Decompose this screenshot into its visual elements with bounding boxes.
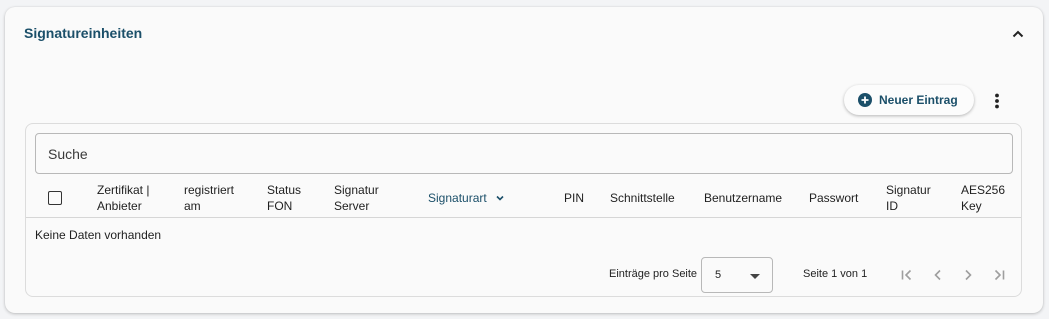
column-header-label: PIN <box>564 191 585 205</box>
more-vert-icon <box>995 93 999 109</box>
chevron-right-icon <box>965 269 972 281</box>
column-header-signatur-id[interactable]: Signatur ID <box>886 178 931 218</box>
chevron-left-icon <box>934 269 941 281</box>
column-header-status-fon[interactable]: Status FON <box>267 178 301 218</box>
column-header-label: Signatur <box>334 183 379 197</box>
first-page-button[interactable] <box>895 263 919 287</box>
next-page-button[interactable] <box>956 263 980 287</box>
search-field[interactable] <box>35 133 1013 174</box>
column-header-zertifikat[interactable]: Zertifikat | Anbieter <box>97 178 149 218</box>
column-header-benutzername[interactable]: Benutzername <box>704 178 782 218</box>
column-header-label: ID <box>886 199 898 213</box>
collapse-button[interactable] <box>1006 22 1030 46</box>
column-header-label: am <box>184 199 201 213</box>
pagination-bar: Einträge pro Seite 5 Seite 1 von 1 <box>26 257 1021 293</box>
last-page-button[interactable] <box>987 263 1011 287</box>
column-header-label: Server <box>334 199 370 213</box>
table-card: Zertifikat | Anbieter registriert am Statu… <box>25 123 1022 297</box>
column-header-label: Signaturart <box>428 191 487 205</box>
rows-per-page-label: Einträge pro Seite <box>609 268 698 280</box>
page-info: Seite 1 von 1 <box>803 268 868 280</box>
column-header-label: FON <box>267 199 293 213</box>
column-header-label: registriert <box>184 183 235 197</box>
column-header-schnittstelle[interactable]: Schnittstelle <box>610 178 675 218</box>
rows-per-page-value: 5 <box>715 269 722 281</box>
column-header-label: AES256 <box>961 183 1006 197</box>
column-header-signaturart[interactable]: Signaturart <box>428 178 505 218</box>
select-all-checkbox[interactable] <box>48 191 62 205</box>
column-header-aes256-key[interactable]: AES256 Key <box>961 178 1005 218</box>
column-header-registriert[interactable]: registriert am <box>184 178 234 218</box>
rows-per-page-select[interactable]: 5 <box>701 257 773 293</box>
first-page-icon <box>901 269 912 281</box>
search-input[interactable] <box>36 134 1012 173</box>
column-header-label: Signatur <box>886 183 931 197</box>
column-header-label: Zertifikat | <box>97 183 150 197</box>
chevron-up-icon <box>1012 30 1024 38</box>
panel-title: Signatureinheiten <box>24 25 143 41</box>
column-header-signatur-server[interactable]: Signatur Server <box>334 178 379 218</box>
last-page-icon <box>994 269 1005 281</box>
new-entry-label: Neuer Eintrag <box>879 93 958 107</box>
column-header-label: Schnittstelle <box>610 191 675 205</box>
previous-page-button[interactable] <box>926 263 950 287</box>
column-header-label: Anbieter <box>97 199 142 213</box>
dropdown-arrow-icon <box>750 274 760 279</box>
add-circle-icon <box>858 93 872 107</box>
signature-units-panel: Signatureinheiten Neuer Eintrag Zertifik… <box>5 7 1043 313</box>
column-header-passwort[interactable]: Passwort <box>809 178 858 218</box>
new-entry-button[interactable]: Neuer Eintrag <box>844 85 974 115</box>
column-header-pin[interactable]: PIN <box>564 178 584 218</box>
column-header-label: Passwort <box>809 191 859 205</box>
empty-state-text: Keine Daten vorhanden <box>35 228 162 242</box>
column-header-label: Status <box>267 183 302 197</box>
chevron-down-icon <box>496 195 504 201</box>
column-header-label: Benutzername <box>704 191 783 205</box>
more-options-button[interactable] <box>985 89 1009 113</box>
column-header-label: Key <box>961 199 982 213</box>
table-header-row: Zertifikat | Anbieter registriert am Statu… <box>26 178 1021 218</box>
